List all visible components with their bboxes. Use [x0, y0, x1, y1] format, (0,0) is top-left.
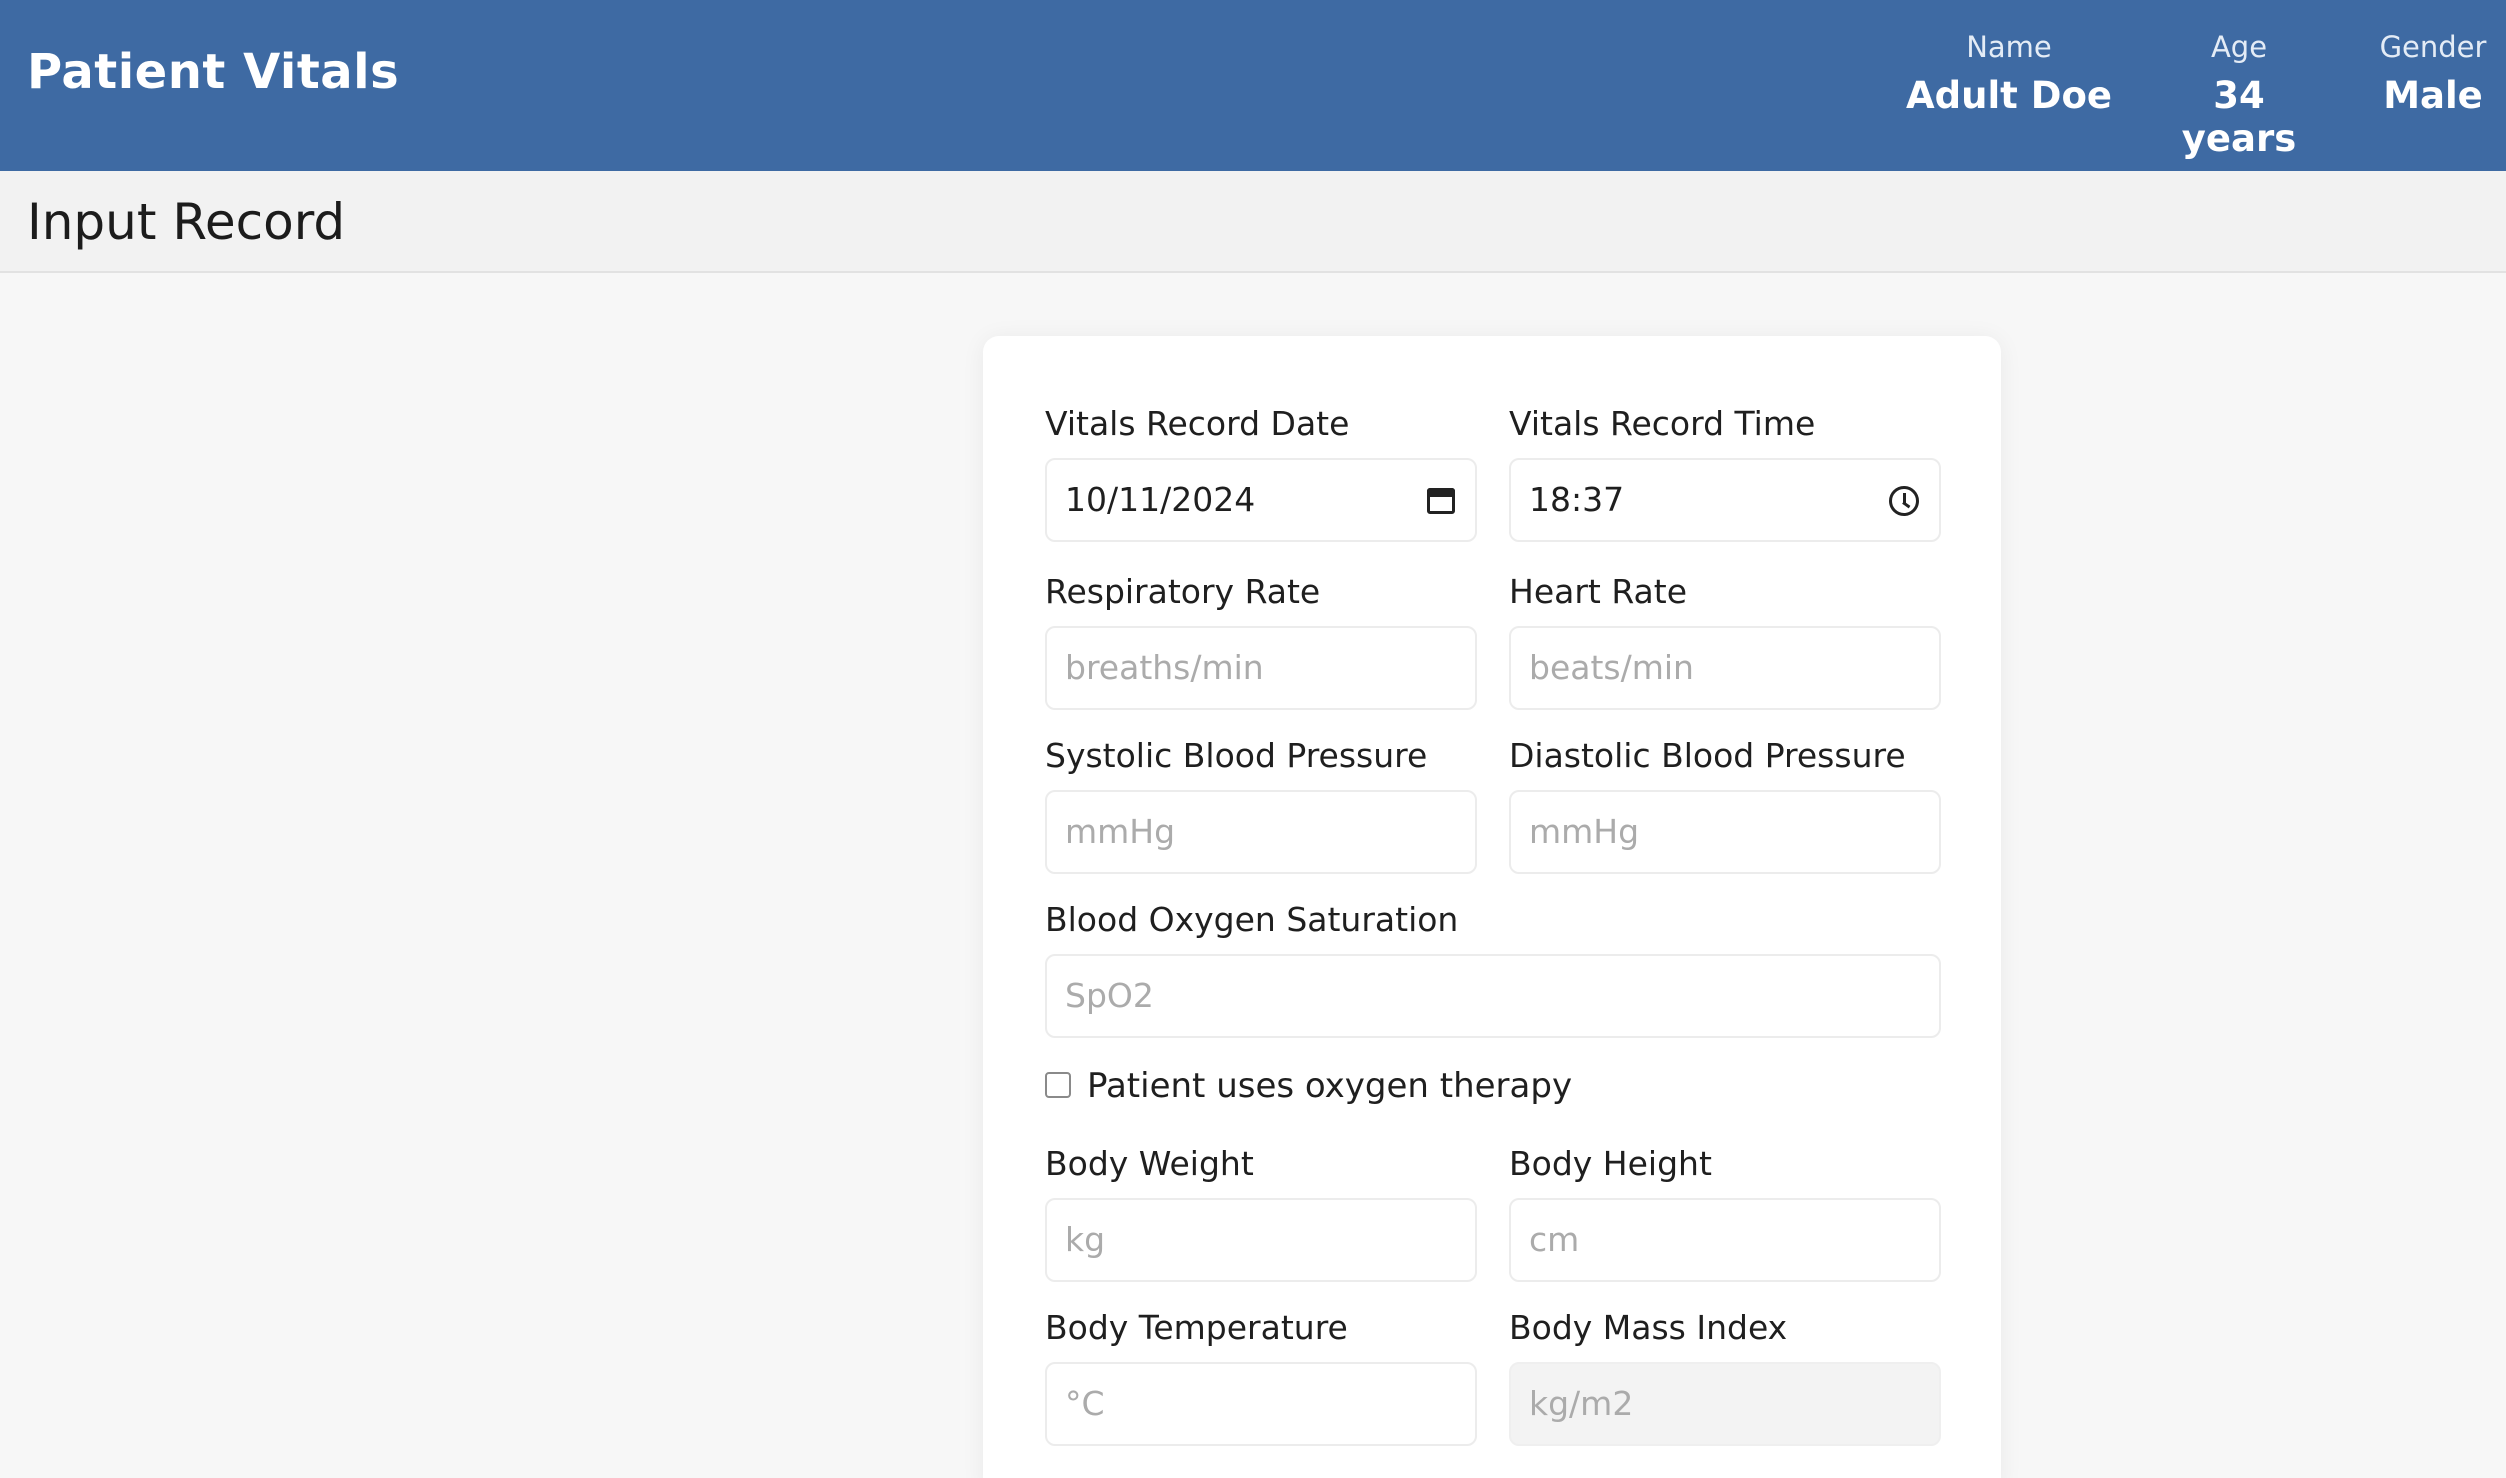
record-time-value: 18:37 — [1529, 480, 1625, 519]
record-date-field: Vitals Record Date 10/11/2024 — [1045, 404, 1477, 542]
respiratory-rate-field: Respiratory Rate breaths/min — [1045, 572, 1477, 710]
patient-age-label: Age — [2210, 30, 2268, 64]
app-title: Patient Vitals — [27, 44, 400, 100]
respiratory-rate-input[interactable]: breaths/min — [1045, 626, 1477, 710]
calendar-icon[interactable] — [1427, 488, 1455, 514]
spo2-input[interactable]: SpO2 — [1045, 954, 1941, 1038]
record-time-input[interactable]: 18:37 — [1509, 458, 1941, 542]
patient-gender-field: Gender Male — [2360, 30, 2506, 117]
patient-name-field: Name Adult Doe — [1898, 30, 2120, 117]
body-temperature-label: Body Temperature — [1045, 1308, 1348, 1347]
diastolic-bp-input[interactable]: mmHg — [1509, 790, 1941, 874]
record-date-value: 10/11/2024 — [1065, 480, 1256, 519]
oxygen-therapy-checkbox[interactable] — [1045, 1072, 1071, 1098]
patient-gender-label: Gender — [2379, 30, 2487, 64]
body-height-input[interactable]: cm — [1509, 1198, 1941, 1282]
systolic-bp-field: Systolic Blood Pressure mmHg — [1045, 736, 1477, 874]
body-weight-label: Body Weight — [1045, 1144, 1254, 1183]
body-temperature-field: Body Temperature °C — [1045, 1308, 1477, 1446]
record-date-label: Vitals Record Date — [1045, 404, 1350, 443]
page-header: Input Record — [0, 171, 2506, 273]
record-time-label: Vitals Record Time — [1509, 404, 1816, 443]
systolic-bp-input[interactable]: mmHg — [1045, 790, 1477, 874]
body-weight-input[interactable]: kg — [1045, 1198, 1477, 1282]
heart-rate-input[interactable]: beats/min — [1509, 626, 1941, 710]
spo2-label: Blood Oxygen Saturation — [1045, 900, 1459, 939]
bmi-label: Body Mass Index — [1509, 1308, 1788, 1347]
diastolic-bp-field: Diastolic Blood Pressure mmHg — [1509, 736, 1941, 874]
heart-rate-label: Heart Rate — [1509, 572, 1688, 611]
body-height-label: Body Height — [1509, 1144, 1712, 1183]
patient-age-field: Age 34 years — [2150, 30, 2328, 160]
record-time-field: Vitals Record Time 18:37 — [1509, 404, 1941, 542]
patient-name-value: Adult Doe — [1906, 74, 2112, 117]
body-height-field: Body Height cm — [1509, 1144, 1941, 1282]
systolic-bp-label: Systolic Blood Pressure — [1045, 736, 1428, 775]
top-app-bar: Patient Vitals Name Adult Doe Age 34 yea… — [0, 0, 2506, 171]
record-date-input[interactable]: 10/11/2024 — [1045, 458, 1477, 542]
body-weight-field: Body Weight kg — [1045, 1144, 1477, 1282]
respiratory-rate-label: Respiratory Rate — [1045, 572, 1321, 611]
diastolic-bp-label: Diastolic Blood Pressure — [1509, 736, 1906, 775]
bmi-input: kg/m2 — [1509, 1362, 1941, 1446]
body-temperature-input[interactable]: °C — [1045, 1362, 1477, 1446]
vitals-form-card: Vitals Record Date 10/11/2024 Vitals Rec… — [983, 336, 2001, 1478]
clock-icon[interactable] — [1889, 486, 1919, 516]
bmi-field: Body Mass Index kg/m2 — [1509, 1308, 1941, 1446]
patient-name-label: Name — [1966, 30, 2052, 64]
patient-age-value: 34 years — [2181, 74, 2297, 160]
spo2-field: Blood Oxygen Saturation SpO2 — [1045, 900, 1941, 1038]
patient-gender-value: Male — [2383, 74, 2483, 117]
page-title: Input Record — [27, 193, 346, 251]
oxygen-therapy-label[interactable]: Patient uses oxygen therapy — [1087, 1064, 1572, 1108]
heart-rate-field: Heart Rate beats/min — [1509, 572, 1941, 710]
